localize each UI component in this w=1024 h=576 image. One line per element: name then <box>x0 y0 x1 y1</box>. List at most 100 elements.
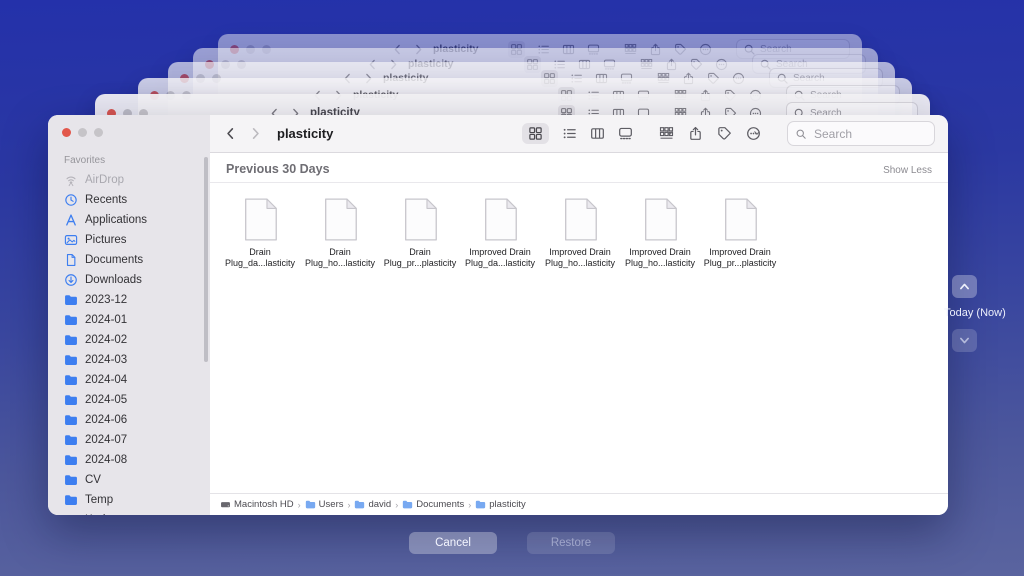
folder-icon <box>402 499 413 510</box>
more-button[interactable] <box>746 125 761 143</box>
file-icon <box>722 197 759 242</box>
sidebar-section-favorites: Favorites <box>64 155 210 166</box>
folder-icon <box>64 433 78 447</box>
folder-icon <box>64 313 78 327</box>
folder-icon <box>64 373 78 387</box>
sidebar-item-pictures[interactable]: Pictures <box>60 230 210 250</box>
sidebar-item-2024-05[interactable]: 2024-05 <box>60 390 210 410</box>
tag-button[interactable] <box>717 126 732 141</box>
sidebar-item-2024-06[interactable]: 2024-06 <box>60 410 210 430</box>
timeline-navigation: Today (Now) <box>944 275 1016 352</box>
chevron-down-icon <box>958 334 971 347</box>
grid-view-button[interactable] <box>522 123 549 144</box>
path-separator: › <box>395 500 398 510</box>
list-view-button[interactable] <box>562 126 577 141</box>
sidebar-item-2024-04[interactable]: 2024-04 <box>60 370 210 390</box>
file-icon <box>322 197 359 242</box>
sidebar-item-applications[interactable]: Applications <box>60 210 210 230</box>
path-separator: › <box>468 500 471 510</box>
time-machine-screen: plasticity Search plasticity Search plas… <box>0 0 1024 576</box>
window-controls[interactable] <box>62 128 103 137</box>
folder-icon <box>64 493 78 507</box>
sidebar-item-2024-01[interactable]: 2024-01 <box>60 310 210 330</box>
sidebar-item-2024-02[interactable]: 2024-02 <box>60 330 210 350</box>
folder-icon <box>64 353 78 367</box>
minimize-button[interactable] <box>78 128 87 137</box>
sidebar-scrollbar[interactable] <box>204 157 208 362</box>
sidebar-item-2024-07[interactable]: 2024-07 <box>60 430 210 450</box>
search-icon <box>795 128 807 140</box>
file-item[interactable]: DrainPlug_da...lasticity <box>220 197 300 269</box>
gallery-view-button[interactable] <box>618 126 633 141</box>
file-browser-content: Previous 30 Days Show Less DrainPlug_da.… <box>210 153 948 493</box>
applications-icon <box>64 213 78 227</box>
folder-icon <box>64 513 78 515</box>
path-separator: › <box>347 500 350 510</box>
show-less-button[interactable]: Show Less <box>883 165 932 176</box>
folder-icon <box>64 453 78 467</box>
sidebar: Favorites AirDrop Recents Applications P… <box>48 115 211 515</box>
folder-icon <box>354 499 365 510</box>
sidebar-item-2023-12[interactable]: 2023-12 <box>60 290 210 310</box>
share-button[interactable] <box>688 126 703 141</box>
document-icon <box>64 253 78 267</box>
sidebar-item-cv[interactable]: CV <box>60 470 210 490</box>
downloads-icon <box>64 273 78 287</box>
back-button[interactable] <box>223 126 238 141</box>
action-bar: Cancel Restore <box>0 532 1024 554</box>
path-item-david[interactable]: david <box>354 499 391 510</box>
clock-icon <box>64 193 78 207</box>
toolbar: plasticity <box>210 115 948 153</box>
search-input[interactable] <box>812 126 906 142</box>
search-field[interactable] <box>787 121 935 146</box>
forward-button[interactable] <box>248 126 263 141</box>
restore-button[interactable]: Restore <box>527 532 615 554</box>
path-item-plasticity[interactable]: plasticity <box>475 499 525 510</box>
folder-icon <box>64 393 78 407</box>
sidebar-item-recents[interactable]: Recents <box>60 190 210 210</box>
cancel-button[interactable]: Cancel <box>409 532 497 554</box>
chevron-up-icon <box>958 280 971 293</box>
sidebar-item-airdrop[interactable]: AirDrop <box>60 170 210 190</box>
zoom-button[interactable] <box>94 128 103 137</box>
sidebar-item-downloads[interactable]: Downloads <box>60 270 210 290</box>
file-icon <box>562 197 599 242</box>
column-view-button[interactable] <box>590 126 605 141</box>
chevron-down-icon <box>753 129 761 137</box>
sidebar-item-2024-08[interactable]: 2024-08 <box>60 450 210 470</box>
path-item-macintosh-hd[interactable]: Macintosh HD <box>220 499 294 510</box>
path-item-users[interactable]: Users <box>305 499 344 510</box>
section-title: Previous 30 Days <box>226 162 330 176</box>
file-item[interactable]: Improved DrainPlug_ho...lasticity <box>540 197 620 269</box>
timeline-down-button[interactable] <box>952 329 977 352</box>
timeline-up-button[interactable] <box>952 275 977 298</box>
folder-icon <box>64 293 78 307</box>
file-item[interactable]: DrainPlug_ho...lasticity <box>300 197 380 269</box>
path-item-documents[interactable]: Documents <box>402 499 464 510</box>
group-button[interactable] <box>659 125 674 143</box>
file-icon <box>242 197 279 242</box>
folder-icon <box>64 413 78 427</box>
folder-icon <box>305 499 316 510</box>
file-icon <box>642 197 679 242</box>
folder-icon <box>64 333 78 347</box>
pictures-icon <box>64 233 78 247</box>
chevron-down-icon <box>666 129 674 137</box>
sidebar-item-temp[interactable]: Temp <box>60 490 210 510</box>
timeline-current-label: Today (Now) <box>944 307 1006 319</box>
close-button[interactable] <box>62 128 71 137</box>
finder-window: Favorites AirDrop Recents Applications P… <box>48 115 948 515</box>
sidebar-item-krakowa[interactable]: Krakowa <box>60 510 210 515</box>
sidebar-item-documents[interactable]: Documents <box>60 250 210 270</box>
file-item[interactable]: DrainPlug_pr...plasticity <box>380 197 460 269</box>
folder-icon <box>64 473 78 487</box>
airdrop-icon <box>64 173 78 187</box>
file-item[interactable]: Improved DrainPlug_ho...lasticity <box>620 197 700 269</box>
folder-icon <box>475 499 486 510</box>
file-item[interactable]: Improved DrainPlug_da...lasticity <box>460 197 540 269</box>
disk-icon <box>220 499 231 510</box>
sidebar-item-2024-03[interactable]: 2024-03 <box>60 350 210 370</box>
file-icon <box>402 197 439 242</box>
path-separator: › <box>298 500 301 510</box>
file-item[interactable]: Improved DrainPlug_pr...plasticity <box>700 197 780 269</box>
